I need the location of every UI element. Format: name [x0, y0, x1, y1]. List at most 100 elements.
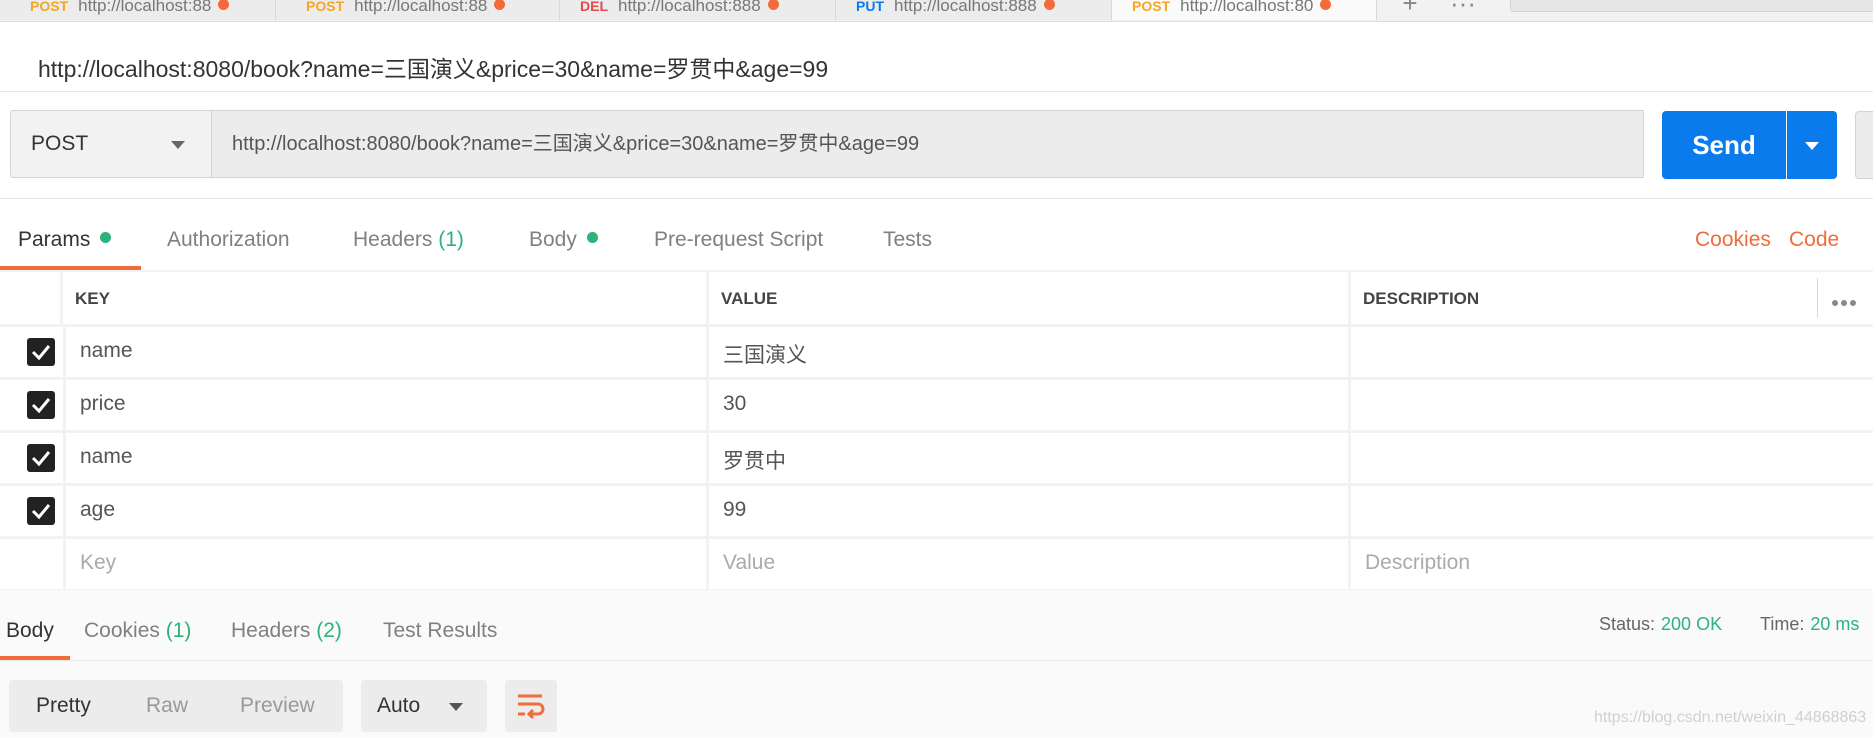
param-key[interactable]: name	[66, 433, 706, 483]
tab-params[interactable]: Params	[18, 228, 112, 252]
param-value[interactable]: 罗贯中	[709, 433, 1348, 483]
format-label: Auto	[377, 694, 421, 717]
send-button[interactable]: Send	[1662, 111, 1786, 179]
response-tab-body[interactable]: Body	[6, 619, 54, 643]
response-tab-cookies[interactable]: Cookies (1)	[84, 619, 191, 643]
response-time: Time: 20 ms	[1760, 614, 1859, 635]
request-tab-strip: POST http://localhost:88 POST http://local…	[0, 0, 1873, 22]
response-tab-headers[interactable]: Headers (2)	[231, 619, 342, 643]
param-value[interactable]: 30	[709, 380, 1348, 430]
unsaved-dot-icon	[1043, 0, 1055, 10]
unsaved-dot-icon	[218, 0, 230, 10]
tab-headers[interactable]: Headers (1)	[353, 228, 464, 252]
tab-label: Cookies	[84, 619, 160, 642]
table-row-checkbox-cell	[0, 486, 63, 536]
param-value[interactable]: 三国演义	[709, 327, 1348, 377]
checkbox-column-header	[0, 272, 60, 324]
column-header-key: KEY	[63, 272, 706, 324]
request-tab[interactable]: POST http://localhost:88	[276, 0, 560, 20]
send-options-button[interactable]	[1787, 111, 1837, 179]
chevron-down-icon	[1805, 142, 1819, 150]
tab-count: (2)	[316, 619, 342, 642]
chevron-down-icon	[449, 703, 463, 711]
save-button[interactable]	[1855, 111, 1873, 179]
more-horizontal-icon[interactable]: ···	[1446, 0, 1480, 20]
tab-body[interactable]: Body	[529, 228, 598, 252]
param-key[interactable]: name	[66, 327, 706, 377]
tab-pre-request-script[interactable]: Pre-request Script	[654, 228, 823, 252]
response-tab-test-results[interactable]: Test Results	[383, 619, 497, 643]
request-tab-active[interactable]: POST http://localhost:80	[1112, 0, 1377, 20]
request-tab[interactable]: DEL http://localhost:888	[560, 0, 836, 20]
format-select[interactable]: Auto	[361, 680, 487, 732]
divider	[1817, 278, 1818, 318]
tab-url: http://localhost:888	[618, 0, 761, 15]
tab-label: Headers	[231, 619, 311, 642]
request-title: http://localhost:8080/book?name=三国演义&pri…	[38, 56, 829, 82]
cookies-link[interactable]: Cookies	[1695, 228, 1771, 252]
tab-url: http://localhost:88	[78, 0, 212, 15]
check-icon	[31, 345, 51, 361]
tab-method: POST	[30, 0, 69, 14]
divider	[0, 660, 1873, 661]
checkbox[interactable]	[27, 444, 55, 472]
view-pretty-button[interactable]: Pretty	[36, 694, 91, 718]
code-link[interactable]: Code	[1789, 228, 1839, 252]
unsaved-dot-icon	[767, 0, 779, 10]
param-value[interactable]: 99	[709, 486, 1348, 536]
tab-label: Pre-request Script	[654, 228, 824, 251]
tab-count: (1)	[165, 619, 192, 642]
method-select[interactable]: POST	[10, 110, 212, 178]
table-row-checkbox-cell	[0, 539, 63, 589]
new-description-input[interactable]: Description	[1351, 539, 1873, 589]
chevron-down-icon	[171, 141, 185, 149]
response-status: Status: 200 OK	[1599, 614, 1722, 635]
column-header-description: DESCRIPTION	[1351, 272, 1873, 324]
wrap-lines-button[interactable]	[505, 680, 557, 732]
checkbox[interactable]	[27, 391, 55, 419]
param-description[interactable]	[1351, 327, 1873, 377]
tab-authorization[interactable]: Authorization	[167, 228, 290, 252]
table-row-checkbox-cell	[0, 327, 63, 377]
tab-label: Authorization	[167, 228, 290, 251]
check-icon	[31, 504, 51, 520]
tab-count: (1)	[438, 228, 464, 251]
unsaved-dot-icon	[1320, 0, 1332, 10]
status-value: 200 OK	[1661, 614, 1723, 634]
time-value: 20 ms	[1810, 614, 1860, 634]
tab-method: DEL	[580, 0, 608, 14]
checkbox[interactable]	[27, 338, 55, 366]
new-value-input[interactable]: Value	[709, 539, 1348, 589]
view-preview-button[interactable]: Preview	[240, 694, 315, 718]
request-tab[interactable]: PUT http://localhost:888	[836, 0, 1112, 20]
tab-url: http://localhost:88	[354, 0, 488, 15]
param-key[interactable]: age	[66, 486, 706, 536]
tab-url: http://localhost:80	[1180, 0, 1314, 15]
watermark: https://blog.csdn.net/weixin_44868863	[1594, 709, 1867, 726]
table-row-checkbox-cell	[0, 380, 63, 430]
tab-label: Headers	[353, 228, 433, 251]
tab-tests[interactable]: Tests	[883, 228, 932, 252]
status-dot-icon	[586, 232, 598, 243]
tab-label: Params	[18, 228, 91, 251]
tab-url: http://localhost:888	[894, 0, 1037, 15]
view-mode-group: Pretty Raw Preview	[9, 680, 343, 732]
param-description[interactable]	[1351, 433, 1873, 483]
search-input[interactable]	[1510, 0, 1873, 12]
method-label: POST	[31, 132, 89, 155]
plus-icon[interactable]: +	[1393, 0, 1427, 20]
tab-method: POST	[306, 0, 345, 14]
checkbox[interactable]	[27, 497, 55, 525]
status-dot-icon	[100, 232, 112, 243]
new-key-input[interactable]: Key	[66, 539, 706, 589]
check-icon	[31, 398, 51, 414]
param-description[interactable]	[1351, 486, 1873, 536]
param-key[interactable]: price	[66, 380, 706, 430]
check-icon	[31, 451, 51, 467]
param-description[interactable]	[1351, 380, 1873, 430]
more-horizontal-icon[interactable]	[1832, 293, 1862, 306]
time-label: Time:	[1760, 614, 1805, 634]
view-raw-button[interactable]: Raw	[146, 694, 188, 718]
request-tab[interactable]: POST http://localhost:88	[0, 0, 276, 20]
url-input[interactable]: http://localhost:8080/book?name=三国演义&pri…	[212, 110, 1644, 178]
